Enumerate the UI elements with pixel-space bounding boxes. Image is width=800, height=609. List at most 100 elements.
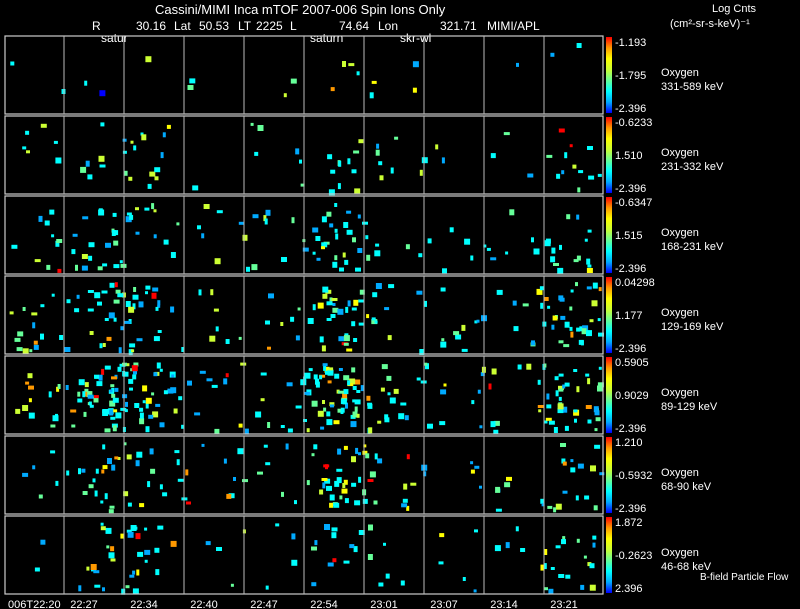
data-pixel bbox=[40, 539, 46, 545]
data-pixel bbox=[331, 527, 338, 532]
data-pixel bbox=[441, 338, 445, 342]
data-pixel bbox=[522, 303, 529, 307]
data-pixel bbox=[322, 400, 325, 404]
data-pixel bbox=[176, 459, 180, 466]
data-pixel bbox=[321, 345, 326, 352]
data-pixel bbox=[537, 405, 544, 408]
data-pixel bbox=[88, 484, 94, 489]
data-pixel bbox=[578, 339, 584, 345]
data-pixel bbox=[427, 238, 432, 244]
data-pixel bbox=[560, 443, 566, 447]
colorbar-tick-label: -2.396 bbox=[615, 183, 646, 195]
data-pixel bbox=[125, 585, 130, 589]
data-pixel bbox=[544, 240, 551, 247]
data-pixel bbox=[319, 336, 324, 343]
data-pixel bbox=[332, 558, 337, 563]
data-pixel bbox=[28, 398, 32, 403]
data-pixel bbox=[264, 218, 268, 225]
data-pixel bbox=[128, 306, 135, 313]
data-pixel bbox=[353, 299, 359, 306]
data-pixel bbox=[55, 480, 59, 486]
data-pixel bbox=[586, 268, 593, 273]
data-pixel bbox=[319, 489, 324, 495]
data-pixel bbox=[442, 268, 447, 274]
data-pixel bbox=[366, 254, 371, 261]
data-pixel bbox=[38, 215, 43, 222]
data-pixel bbox=[101, 368, 105, 375]
data-pixel bbox=[131, 365, 138, 372]
data-pixel bbox=[162, 492, 168, 497]
data-pixel bbox=[281, 491, 284, 497]
data-pixel bbox=[334, 203, 338, 207]
data-pixel bbox=[576, 327, 581, 332]
data-pixel bbox=[374, 320, 378, 324]
data-pixel bbox=[82, 391, 86, 398]
data-pixel bbox=[351, 482, 357, 487]
data-pixel bbox=[205, 541, 211, 546]
data-pixel bbox=[144, 559, 148, 563]
data-pixel bbox=[555, 545, 561, 549]
data-pixel bbox=[540, 564, 544, 571]
data-pixel bbox=[297, 307, 301, 311]
data-pixel bbox=[40, 333, 44, 340]
data-pixel bbox=[153, 336, 160, 342]
data-pixel bbox=[583, 555, 587, 559]
data-pixel bbox=[233, 477, 236, 481]
data-pixel bbox=[330, 404, 334, 408]
data-pixel bbox=[341, 488, 348, 494]
data-pixel bbox=[342, 483, 346, 488]
data-pixel bbox=[48, 391, 52, 398]
data-pixel bbox=[479, 425, 483, 429]
data-pixel bbox=[281, 257, 287, 262]
data-pixel bbox=[513, 326, 519, 332]
data-pixel bbox=[352, 237, 356, 243]
data-pixel bbox=[102, 343, 106, 347]
data-pixel bbox=[520, 548, 526, 552]
data-pixel bbox=[154, 167, 161, 173]
data-pixel bbox=[22, 307, 26, 311]
data-pixel bbox=[404, 415, 409, 421]
data-pixel bbox=[372, 292, 378, 298]
data-pixel bbox=[558, 396, 562, 401]
data-pixel bbox=[343, 375, 350, 381]
data-pixel bbox=[14, 337, 21, 342]
data-pixel bbox=[365, 235, 369, 240]
data-pixel bbox=[104, 493, 108, 500]
data-pixel bbox=[315, 236, 321, 241]
data-pixel bbox=[383, 542, 386, 546]
data-pixel bbox=[130, 140, 134, 144]
data-pixel bbox=[174, 450, 180, 454]
colorbar-tick-label: -0.5932 bbox=[615, 470, 652, 482]
data-pixel bbox=[127, 531, 134, 538]
data-pixel bbox=[357, 214, 361, 219]
data-pixel bbox=[563, 406, 568, 413]
data-pixel bbox=[564, 321, 570, 328]
colorbar bbox=[606, 357, 612, 433]
data-pixel bbox=[176, 222, 180, 226]
data-pixel bbox=[337, 448, 342, 455]
data-pixel bbox=[22, 146, 27, 150]
x-tick-label: 23:07 bbox=[430, 599, 458, 609]
data-pixel bbox=[517, 364, 522, 370]
data-pixel bbox=[589, 563, 595, 569]
data-pixel bbox=[115, 412, 122, 419]
data-pixel bbox=[317, 302, 324, 309]
data-pixel bbox=[400, 580, 405, 586]
data-pixel bbox=[345, 306, 349, 313]
data-pixel bbox=[440, 341, 447, 348]
data-pixel bbox=[81, 468, 86, 473]
data-pixel bbox=[255, 411, 262, 418]
data-pixel bbox=[102, 410, 109, 416]
data-pixel bbox=[352, 399, 356, 403]
data-pixel bbox=[88, 242, 95, 248]
data-pixel bbox=[112, 230, 119, 236]
data-pixel bbox=[439, 421, 446, 426]
data-pixel bbox=[142, 400, 146, 404]
data-pixel bbox=[343, 560, 350, 564]
data-pixel bbox=[312, 227, 319, 233]
data-pixel bbox=[576, 386, 580, 393]
data-pixel bbox=[439, 533, 445, 538]
data-pixel bbox=[122, 394, 128, 399]
data-pixel bbox=[410, 482, 417, 486]
data-pixel bbox=[322, 363, 328, 367]
